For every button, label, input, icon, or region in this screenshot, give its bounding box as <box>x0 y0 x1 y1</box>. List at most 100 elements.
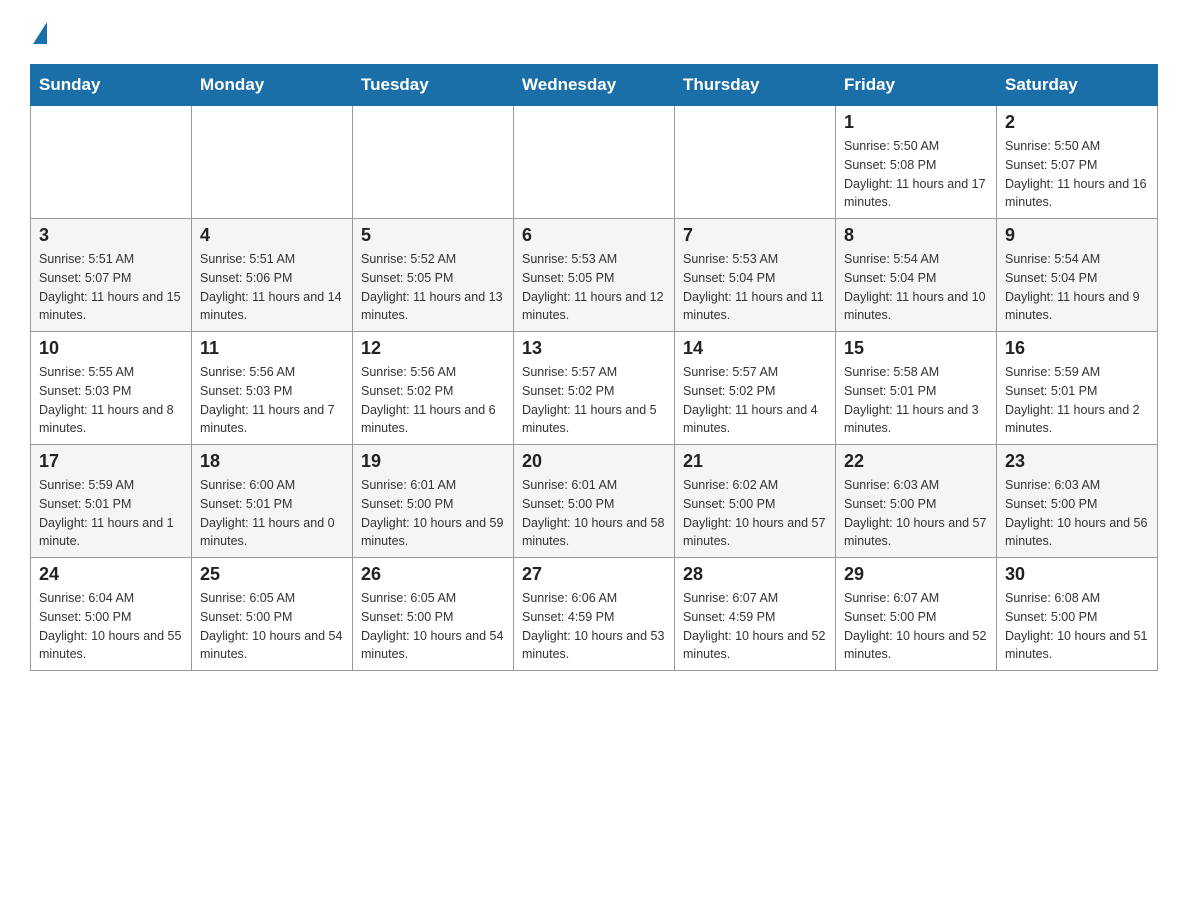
calendar-cell: 26Sunrise: 6:05 AM Sunset: 5:00 PM Dayli… <box>353 558 514 671</box>
calendar-cell: 13 Sunrise: 5:57 AM Sunset: 5:02 PM Dayli… <box>514 332 675 445</box>
day-number: 20 <box>522 451 666 472</box>
day-info: Sunrise: 6:03 AM Sunset: 5:00 PM Dayligh… <box>844 476 988 551</box>
day-info: Sunrise: 6:04 AM Sunset: 5:00 PM Dayligh… <box>39 589 183 664</box>
weekday-header-thursday: Thursday <box>675 65 836 106</box>
calendar-week-row: 3 Sunrise: 5:51 AM Sunset: 5:07 PM Daylig… <box>31 219 1158 332</box>
weekday-header-friday: Friday <box>836 65 997 106</box>
calendar-cell: 18 Sunrise: 6:00 AM Sunset: 5:01 PM Dayli… <box>192 445 353 558</box>
calendar-cell <box>192 106 353 219</box>
day-info: Sunrise: 6:03 AM Sunset: 5:00 PM Dayligh… <box>1005 476 1149 551</box>
day-number: 3 <box>39 225 183 246</box>
calendar-table: SundayMondayTuesdayWednesdayThursdayFrid… <box>30 64 1158 671</box>
day-number: 18 <box>200 451 344 472</box>
calendar-cell: 7 Sunrise: 5:53 AM Sunset: 5:04 PM Daylig… <box>675 219 836 332</box>
calendar-week-row: 24 Sunrise: 6:04 AM Sunset: 5:00 PM Dayli… <box>31 558 1158 671</box>
calendar-cell: 17 Sunrise: 5:59 AM Sunset: 5:01 PM Dayli… <box>31 445 192 558</box>
day-number: 8 <box>844 225 988 246</box>
day-info: Sunrise: 5:58 AM Sunset: 5:01 PM Dayligh… <box>844 363 988 438</box>
day-info: Sunrise: 5:56 AM Sunset: 5:03 PM Dayligh… <box>200 363 344 438</box>
calendar-cell: 12Sunrise: 5:56 AM Sunset: 5:02 PM Dayli… <box>353 332 514 445</box>
day-number: 25 <box>200 564 344 585</box>
calendar-cell: 14 Sunrise: 5:57 AM Sunset: 5:02 PM Dayli… <box>675 332 836 445</box>
logo <box>30 20 47 44</box>
calendar-cell: 19 Sunrise: 6:01 AM Sunset: 5:00 PM Dayli… <box>353 445 514 558</box>
day-info: Sunrise: 5:53 AM Sunset: 5:05 PM Dayligh… <box>522 250 666 325</box>
calendar-cell: 3 Sunrise: 5:51 AM Sunset: 5:07 PM Daylig… <box>31 219 192 332</box>
calendar-cell <box>31 106 192 219</box>
day-number: 6 <box>522 225 666 246</box>
day-info: Sunrise: 5:59 AM Sunset: 5:01 PM Dayligh… <box>39 476 183 551</box>
calendar-cell <box>514 106 675 219</box>
calendar-cell <box>353 106 514 219</box>
day-number: 24 <box>39 564 183 585</box>
calendar-cell: 24 Sunrise: 6:04 AM Sunset: 5:00 PM Dayli… <box>31 558 192 671</box>
day-info: Sunrise: 5:54 AM Sunset: 5:04 PM Dayligh… <box>844 250 988 325</box>
day-number: 17 <box>39 451 183 472</box>
calendar-week-row: 1Sunrise: 5:50 AM Sunset: 5:08 PM Daylig… <box>31 106 1158 219</box>
day-info: Sunrise: 6:01 AM Sunset: 5:00 PM Dayligh… <box>361 476 505 551</box>
day-info: Sunrise: 6:07 AM Sunset: 5:00 PM Dayligh… <box>844 589 988 664</box>
day-info: Sunrise: 6:07 AM Sunset: 4:59 PM Dayligh… <box>683 589 827 664</box>
calendar-cell: 21 Sunrise: 6:02 AM Sunset: 5:00 PM Dayli… <box>675 445 836 558</box>
page-header <box>30 20 1158 44</box>
day-number: 11 <box>200 338 344 359</box>
calendar-cell: 28Sunrise: 6:07 AM Sunset: 4:59 PM Dayli… <box>675 558 836 671</box>
day-number: 15 <box>844 338 988 359</box>
day-info: Sunrise: 5:57 AM Sunset: 5:02 PM Dayligh… <box>683 363 827 438</box>
calendar-week-row: 10 Sunrise: 5:55 AM Sunset: 5:03 PM Dayli… <box>31 332 1158 445</box>
day-number: 14 <box>683 338 827 359</box>
day-info: Sunrise: 6:01 AM Sunset: 5:00 PM Dayligh… <box>522 476 666 551</box>
day-info: Sunrise: 5:52 AM Sunset: 5:05 PM Dayligh… <box>361 250 505 325</box>
weekday-header-monday: Monday <box>192 65 353 106</box>
weekday-header-saturday: Saturday <box>997 65 1158 106</box>
calendar-cell: 11 Sunrise: 5:56 AM Sunset: 5:03 PM Dayli… <box>192 332 353 445</box>
weekday-header-row: SundayMondayTuesdayWednesdayThursdayFrid… <box>31 65 1158 106</box>
calendar-cell: 30 Sunrise: 6:08 AM Sunset: 5:00 PM Dayli… <box>997 558 1158 671</box>
calendar-cell: 29Sunrise: 6:07 AM Sunset: 5:00 PM Dayli… <box>836 558 997 671</box>
day-number: 21 <box>683 451 827 472</box>
calendar-cell: 4 Sunrise: 5:51 AM Sunset: 5:06 PM Daylig… <box>192 219 353 332</box>
calendar-cell: 1Sunrise: 5:50 AM Sunset: 5:08 PM Daylig… <box>836 106 997 219</box>
day-info: Sunrise: 5:51 AM Sunset: 5:07 PM Dayligh… <box>39 250 183 325</box>
day-number: 2 <box>1005 112 1149 133</box>
day-number: 10 <box>39 338 183 359</box>
calendar-cell: 25 Sunrise: 6:05 AM Sunset: 5:00 PM Dayli… <box>192 558 353 671</box>
calendar-cell: 15 Sunrise: 5:58 AM Sunset: 5:01 PM Dayli… <box>836 332 997 445</box>
day-number: 26 <box>361 564 505 585</box>
day-info: Sunrise: 6:08 AM Sunset: 5:00 PM Dayligh… <box>1005 589 1149 664</box>
day-info: Sunrise: 5:55 AM Sunset: 5:03 PM Dayligh… <box>39 363 183 438</box>
calendar-cell: 6 Sunrise: 5:53 AM Sunset: 5:05 PM Daylig… <box>514 219 675 332</box>
weekday-header-sunday: Sunday <box>31 65 192 106</box>
calendar-cell: 20 Sunrise: 6:01 AM Sunset: 5:00 PM Dayli… <box>514 445 675 558</box>
calendar-cell: 8 Sunrise: 5:54 AM Sunset: 5:04 PM Daylig… <box>836 219 997 332</box>
calendar-cell: 27 Sunrise: 6:06 AM Sunset: 4:59 PM Dayli… <box>514 558 675 671</box>
day-info: Sunrise: 5:50 AM Sunset: 5:08 PM Dayligh… <box>844 137 988 212</box>
calendar-cell: 22 Sunrise: 6:03 AM Sunset: 5:00 PM Dayli… <box>836 445 997 558</box>
calendar-cell: 23Sunrise: 6:03 AM Sunset: 5:00 PM Dayli… <box>997 445 1158 558</box>
calendar-cell: 10 Sunrise: 5:55 AM Sunset: 5:03 PM Dayli… <box>31 332 192 445</box>
day-number: 27 <box>522 564 666 585</box>
day-number: 22 <box>844 451 988 472</box>
day-info: Sunrise: 5:50 AM Sunset: 5:07 PM Dayligh… <box>1005 137 1149 212</box>
day-number: 19 <box>361 451 505 472</box>
day-number: 12 <box>361 338 505 359</box>
weekday-header-tuesday: Tuesday <box>353 65 514 106</box>
day-number: 13 <box>522 338 666 359</box>
weekday-header-wednesday: Wednesday <box>514 65 675 106</box>
day-number: 5 <box>361 225 505 246</box>
calendar-cell: 16 Sunrise: 5:59 AM Sunset: 5:01 PM Dayli… <box>997 332 1158 445</box>
day-info: Sunrise: 5:57 AM Sunset: 5:02 PM Dayligh… <box>522 363 666 438</box>
day-number: 4 <box>200 225 344 246</box>
calendar-cell: 5 Sunrise: 5:52 AM Sunset: 5:05 PM Daylig… <box>353 219 514 332</box>
calendar-cell: 2 Sunrise: 5:50 AM Sunset: 5:07 PM Daylig… <box>997 106 1158 219</box>
day-number: 7 <box>683 225 827 246</box>
day-info: Sunrise: 6:06 AM Sunset: 4:59 PM Dayligh… <box>522 589 666 664</box>
day-number: 16 <box>1005 338 1149 359</box>
day-info: Sunrise: 5:53 AM Sunset: 5:04 PM Dayligh… <box>683 250 827 325</box>
day-info: Sunrise: 6:00 AM Sunset: 5:01 PM Dayligh… <box>200 476 344 551</box>
day-info: Sunrise: 6:05 AM Sunset: 5:00 PM Dayligh… <box>200 589 344 664</box>
day-info: Sunrise: 5:51 AM Sunset: 5:06 PM Dayligh… <box>200 250 344 325</box>
day-info: Sunrise: 5:59 AM Sunset: 5:01 PM Dayligh… <box>1005 363 1149 438</box>
day-info: Sunrise: 6:02 AM Sunset: 5:00 PM Dayligh… <box>683 476 827 551</box>
day-number: 30 <box>1005 564 1149 585</box>
